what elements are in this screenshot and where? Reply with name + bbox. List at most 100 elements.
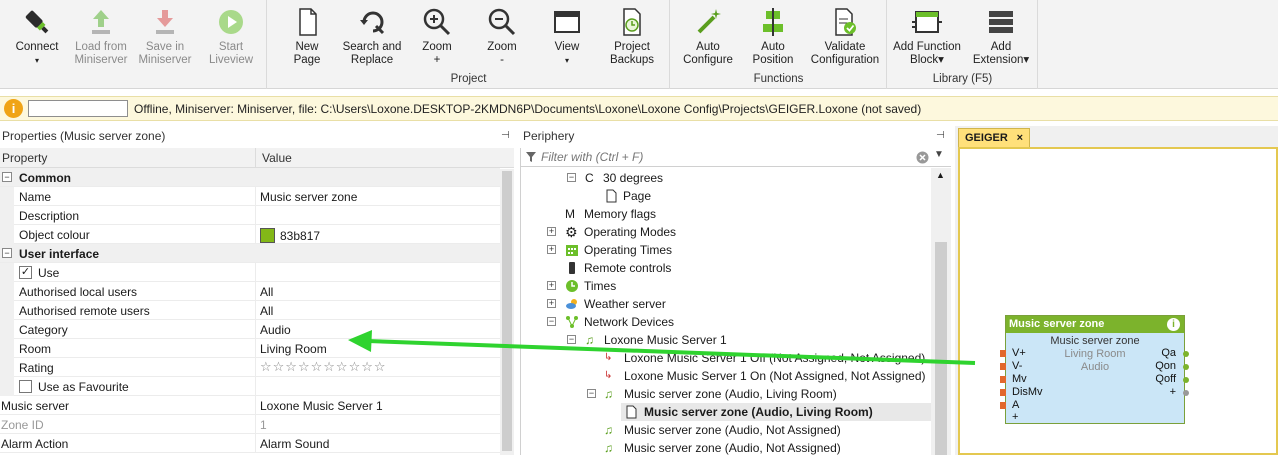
filter-field[interactable]: Filter with (Ctrl + F) ▼ [521, 148, 951, 167]
tree-item[interactable]: − C 30 degrees [521, 169, 931, 187]
tree-item[interactable]: Remote controls [521, 259, 931, 277]
property-row-auth-remote[interactable]: Authorised remote users All [0, 301, 500, 320]
scroll-thumb[interactable] [502, 171, 512, 451]
tree-item[interactable]: ↳ Loxone Music Server 1 Off (Not Assigne… [521, 349, 931, 367]
tab-geiger[interactable]: GEIGER × [958, 128, 1030, 147]
tree-item[interactable]: ♫ Music server zone (Audio, Not Assigned… [521, 439, 931, 457]
save-in-miniserver-button[interactable]: Save in Miniserver [130, 6, 200, 67]
expand-icon[interactable]: + [547, 281, 556, 290]
info-icon[interactable]: i [1167, 318, 1180, 331]
collapse-icon[interactable]: − [587, 389, 596, 398]
property-row-music-server[interactable]: Music server Loxone Music Server 1 [0, 396, 500, 415]
collapse-icon[interactable]: − [547, 317, 556, 326]
property-value[interactable]: All [260, 285, 273, 299]
tree-item[interactable]: + Times [521, 277, 931, 295]
add-output-button[interactable]: + [1170, 386, 1176, 398]
property-value[interactable]: Living Room [260, 342, 327, 356]
favourite-checkbox[interactable] [19, 380, 32, 393]
tree-item[interactable]: − ♫ Music server zone (Audio, Living Roo… [521, 385, 931, 403]
properties-scrollbar[interactable] [500, 169, 514, 455]
zoom-in-button[interactable]: Zoom + [402, 6, 472, 67]
close-icon[interactable]: × [1017, 129, 1023, 147]
property-value[interactable]: Alarm Sound [260, 437, 329, 451]
tree-item[interactable]: ↳ Loxone Music Server 1 On (Not Assigned… [521, 367, 931, 385]
input-connector[interactable] [1000, 350, 1006, 357]
new-page-button[interactable]: New Page [272, 6, 342, 67]
property-row-category[interactable]: Category Audio [0, 320, 500, 339]
property-value[interactable]: All [260, 304, 273, 318]
tree-item-selected[interactable]: Music server zone (Audio, Living Room) [621, 403, 931, 421]
category-common[interactable]: − Common [0, 168, 500, 187]
property-row-description[interactable]: Description [0, 206, 500, 225]
property-row-use[interactable]: ✓ Use [0, 263, 500, 282]
project-backups-button[interactable]: Project Backups [597, 6, 667, 67]
category-user-interface[interactable]: − User interface [0, 244, 500, 263]
pin-icon[interactable]: ⊣ [936, 130, 945, 141]
property-value[interactable]: Loxone Music Server 1 [260, 399, 383, 413]
tree-item[interactable]: − ♫ Loxone Music Server 1 [521, 331, 931, 349]
property-value[interactable]: Audio [260, 323, 291, 337]
property-row-room[interactable]: Room Living Room [0, 339, 500, 358]
tree-item[interactable]: + ⚙ Operating Modes [521, 223, 931, 241]
expand-icon[interactable]: + [547, 299, 556, 308]
property-row-name[interactable]: Name Music server zone [0, 187, 500, 206]
property-row-rating[interactable]: Rating ☆☆☆☆☆☆☆☆☆☆ [0, 358, 500, 377]
periphery-scrollbar[interactable]: ▲ [931, 168, 951, 455]
input-pin-label: DisMv [1012, 386, 1043, 398]
add-ext-label: Add [990, 41, 1012, 53]
filter-dropdown-icon[interactable]: ▼ [934, 149, 944, 160]
tree-item[interactable]: − Network Devices [521, 313, 931, 331]
add-function-block-button[interactable]: Add Function Block▾ [892, 6, 962, 67]
collapse-icon[interactable]: − [567, 173, 576, 182]
clear-icon[interactable] [916, 151, 929, 164]
expand-icon[interactable]: + [547, 227, 556, 236]
connect-button[interactable]: Connect ▾ [2, 6, 72, 67]
row-gutter [0, 377, 14, 396]
property-value-colour[interactable]: 83b817 [260, 228, 320, 243]
start-liveview-button[interactable]: Start Liveview [196, 6, 266, 67]
output-connector[interactable] [1183, 390, 1189, 396]
load-from-miniserver-button[interactable]: Load from Miniserver [66, 6, 136, 67]
group-label-project: Project [450, 73, 487, 85]
collapse-icon[interactable]: − [2, 172, 12, 182]
property-row-favourite[interactable]: Use as Favourite [0, 377, 500, 396]
expand-icon[interactable]: + [547, 245, 556, 254]
auto-configure-button[interactable]: Auto Configure [673, 6, 743, 67]
input-connector[interactable] [1000, 363, 1006, 370]
input-connector[interactable] [1000, 389, 1006, 396]
tree-label: Operating Modes [584, 225, 677, 239]
input-connector[interactable] [1000, 402, 1006, 409]
use-checkbox[interactable]: ✓ [19, 266, 32, 279]
tree-item[interactable]: Page [521, 187, 931, 205]
output-connector[interactable] [1183, 364, 1189, 370]
rating-stars[interactable]: ☆☆☆☆☆☆☆☆☆☆ [260, 359, 387, 375]
tree-item[interactable]: + Weather server [521, 295, 931, 313]
property-row-colour[interactable]: Object colour 83b817 [0, 225, 500, 244]
colour-swatch[interactable] [260, 228, 275, 243]
scroll-up-icon[interactable]: ▲ [936, 170, 945, 180]
add-input-button[interactable]: + [1012, 411, 1018, 423]
tree-item[interactable]: M Memory flags [521, 205, 931, 223]
zoom-in-sub: + [433, 54, 441, 66]
auto-position-button[interactable]: Auto Position [738, 6, 808, 67]
property-row-alarm-action[interactable]: Alarm Action Alarm Sound [0, 434, 500, 453]
block-header[interactable]: Music server zone [1006, 316, 1184, 333]
property-row-zone-id[interactable]: Zone ID 1 [0, 415, 500, 434]
input-connector[interactable] [1000, 376, 1006, 383]
output-connector[interactable] [1183, 377, 1189, 383]
scroll-thumb[interactable] [935, 242, 947, 455]
view-button[interactable]: View ▾ [532, 6, 602, 67]
music-server-zone-block[interactable]: Music server zone i Music server zone Li… [1000, 315, 1189, 424]
pin-icon[interactable]: ⊣ [501, 130, 510, 141]
search-replace-button[interactable]: Search and Replace [337, 6, 407, 67]
property-row-auth-local[interactable]: Authorised local users All [0, 282, 500, 301]
tree-item[interactable]: + Operating Times [521, 241, 931, 259]
tree-item[interactable]: ♫ Music server zone (Audio, Not Assigned… [521, 421, 931, 439]
zoom-out-button[interactable]: Zoom - [467, 6, 537, 67]
collapse-icon[interactable]: − [567, 335, 576, 344]
output-connector[interactable] [1183, 351, 1189, 357]
validate-configuration-button[interactable]: Validate Configuration [810, 6, 880, 67]
collapse-icon[interactable]: − [2, 248, 12, 258]
add-extension-button[interactable]: Add Extension▾ [966, 6, 1036, 67]
property-value[interactable]: Music server zone [260, 190, 357, 204]
